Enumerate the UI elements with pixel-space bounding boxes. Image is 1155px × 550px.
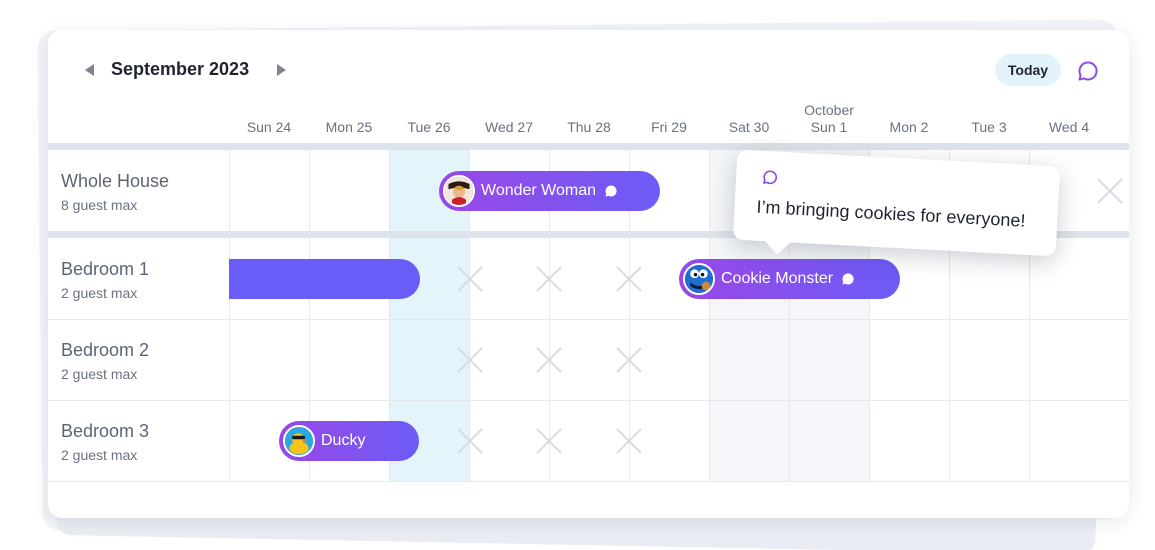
unavailable-x-icon (616, 266, 642, 292)
month-title: September 2023 (111, 59, 250, 79)
booking-ducky[interactable]: Ducky (279, 421, 419, 461)
column-divider (709, 150, 710, 481)
month-marker-october: October (804, 102, 854, 118)
unavailable-x-icon (457, 266, 483, 292)
day-label-sun-1: Sun 1 (810, 119, 848, 135)
avatar-wonder-woman (443, 175, 475, 207)
unavailable-x-icon (1097, 178, 1123, 204)
calendar-card: September 2023 Today Sun 24 Mon 25 Tue 2… (48, 30, 1129, 518)
avatar-ducky (283, 425, 315, 457)
room-capacity-whole-house: 8 guest max (61, 197, 138, 213)
day-label-tue-26: Tue 26 (407, 119, 451, 135)
tooltip-text: I’m bringing cookies for everyone! (756, 196, 1026, 231)
next-month-icon[interactable] (277, 64, 286, 76)
day-label-thu-28: Thu 28 (567, 119, 611, 135)
comment-icon (605, 185, 617, 197)
room-name-whole-house: Whole House (61, 171, 170, 191)
day-label-mon-25: Mon 25 (325, 119, 373, 135)
unavailable-x-icon (536, 428, 562, 454)
room-capacity-bedroom-3: 2 guest max (61, 447, 138, 463)
today-button[interactable]: Today (995, 54, 1061, 86)
day-label-sun-24: Sun 24 (246, 119, 292, 135)
room-capacity-bedroom-2: 2 guest max (61, 366, 138, 382)
day-label-wed-27: Wed 27 (485, 119, 533, 135)
row-divider (48, 400, 1129, 401)
avatar-cookie-monster (683, 263, 715, 295)
column-divider (229, 150, 230, 481)
unavailable-x-icon (457, 347, 483, 373)
booking-cookie-monster[interactable]: Cookie Monster (679, 259, 900, 299)
header-separator (48, 143, 1129, 150)
chat-icon (763, 170, 778, 185)
unavailable-x-icon (616, 428, 642, 454)
booking-bedroom-1-continuing[interactable] (229, 259, 420, 299)
row-divider (48, 481, 1129, 482)
room-capacity-bedroom-1: 2 guest max (61, 285, 138, 301)
calendar-header: September 2023 Today (48, 30, 1129, 110)
prev-month-icon[interactable] (85, 64, 94, 76)
unavailable-x-icon (536, 266, 562, 292)
day-label-wed-4: Wed 4 (1048, 119, 1090, 135)
booking-label: Cookie Monster (721, 270, 834, 287)
day-label-sat-30: Sat 30 (728, 119, 770, 135)
day-label-fri-29: Fri 29 (651, 119, 687, 135)
unavailable-x-icon (536, 347, 562, 373)
row-divider (48, 319, 1129, 320)
comment-icon (842, 273, 854, 285)
chat-icon[interactable] (1076, 59, 1100, 83)
booking-label: Ducky (321, 432, 366, 449)
day-label-tue-3: Tue 3 (971, 119, 1007, 135)
room-name-bedroom-3: Bedroom 3 (61, 421, 150, 441)
room-name-bedroom-2: Bedroom 2 (61, 340, 150, 360)
room-name-bedroom-1: Bedroom 1 (61, 259, 150, 279)
unavailable-x-icon (616, 347, 642, 373)
booking-wonder-woman[interactable]: Wonder Woman (439, 171, 660, 211)
comment-tooltip: I’m bringing cookies for everyone! (732, 149, 1061, 257)
day-label-mon-2: Mon 2 (889, 119, 929, 135)
booking-label: Wonder Woman (481, 182, 597, 199)
unavailable-x-icon (457, 428, 483, 454)
